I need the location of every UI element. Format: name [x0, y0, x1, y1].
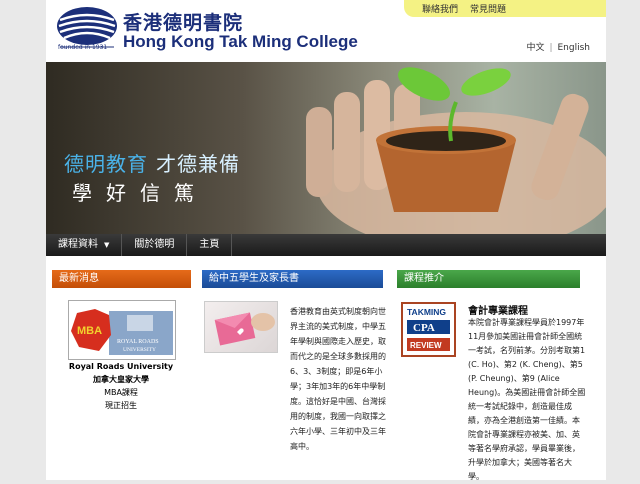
hero-banner: 德明教育 才德兼備 學好信篤	[46, 62, 606, 234]
news-heading[interactable]: 最新消息	[52, 270, 191, 288]
cpa-badge-top: TAKMING	[407, 307, 446, 317]
news-line[interactable]: 現正招生	[66, 399, 176, 412]
nav-item-label: 主頁	[199, 239, 220, 250]
course-title[interactable]: 會計專業課程	[468, 302, 528, 317]
news-line[interactable]: Royal Roads University	[66, 360, 176, 373]
college-name-en[interactable]: Hong Kong Tak Ming College	[123, 32, 358, 52]
nav-item-about[interactable]: 關於德明	[122, 234, 188, 256]
lang-en-link[interactable]: English	[558, 43, 591, 53]
chevron-down-icon: ▼	[104, 241, 110, 249]
lang-zh-link[interactable]: 中文	[526, 43, 544, 53]
cpa-badge-mid: CPA	[413, 322, 435, 334]
cpa-review-badge[interactable]: TAKMING CPA REVIEW	[401, 302, 456, 357]
cpa-badge-graphic: TAKMING CPA REVIEW	[403, 304, 454, 355]
mba-logo-text: MBA	[77, 325, 102, 337]
news-line[interactable]: MBA課程	[66, 386, 176, 399]
faq-link[interactable]: 常見問題	[470, 2, 506, 15]
mba-banner-image[interactable]: MBA ROYAL ROADS UNIVERSITY	[68, 300, 176, 360]
language-switch: 中文 | English	[526, 40, 590, 53]
banner-slogan-2: 學好信篤	[72, 181, 208, 205]
courses-heading[interactable]: 課程推介	[397, 270, 580, 288]
university-text: UNIVERSITY	[123, 347, 156, 353]
nav-item-courses[interactable]: 課程資料 ▼	[46, 234, 123, 256]
letter-image[interactable]	[204, 301, 278, 353]
lang-separator: |	[549, 43, 553, 53]
nav-item-label: 課程資料	[58, 239, 98, 250]
nav-item-label: 關於德明	[134, 239, 175, 250]
contact-us-link[interactable]: 聯絡我們	[422, 2, 458, 15]
banner-slogan-1b: 才德兼備	[156, 152, 240, 176]
banner-slogan-1: 德明教育 才德兼備	[64, 148, 240, 177]
top-links: 聯絡我們 常見問題	[404, 0, 606, 17]
course-text: 本院會計專業課程學員於1997年11月參加美國註冊會計師全國統一考試，名列前茅。…	[468, 318, 586, 481]
news-text: Royal Roads University 加拿大皇家大學 MBA課程 現正招…	[66, 360, 176, 412]
nav-item-home[interactable]: 主頁	[187, 234, 233, 256]
news-line[interactable]: 加拿大皇家大學	[66, 373, 176, 386]
letter-text: 香港教育由英式制度朝向世界主流的美式制度，中學五年學制與國際走入歷史，取而代之的…	[290, 307, 386, 451]
envelope-icon	[214, 312, 275, 346]
founded-text: founded in 1931	[58, 44, 108, 51]
college-name-cn[interactable]: 香港德明書院	[123, 8, 243, 35]
royal-roads-text: ROYAL ROADS	[117, 339, 159, 345]
royal-roads-logo: MBA ROYAL ROADS UNIVERSITY	[71, 309, 173, 355]
letter-heading[interactable]: 給中五學生及家長書	[202, 270, 383, 288]
main-nav: 課程資料 ▼ 關於德明 主頁	[46, 234, 606, 256]
banner-slogan-1a: 德明教育	[64, 152, 148, 176]
cpa-badge-bottom: REVIEW	[410, 341, 442, 350]
page: founded in 1931 香港德明書院 Hong Kong Tak Min…	[46, 0, 606, 481]
